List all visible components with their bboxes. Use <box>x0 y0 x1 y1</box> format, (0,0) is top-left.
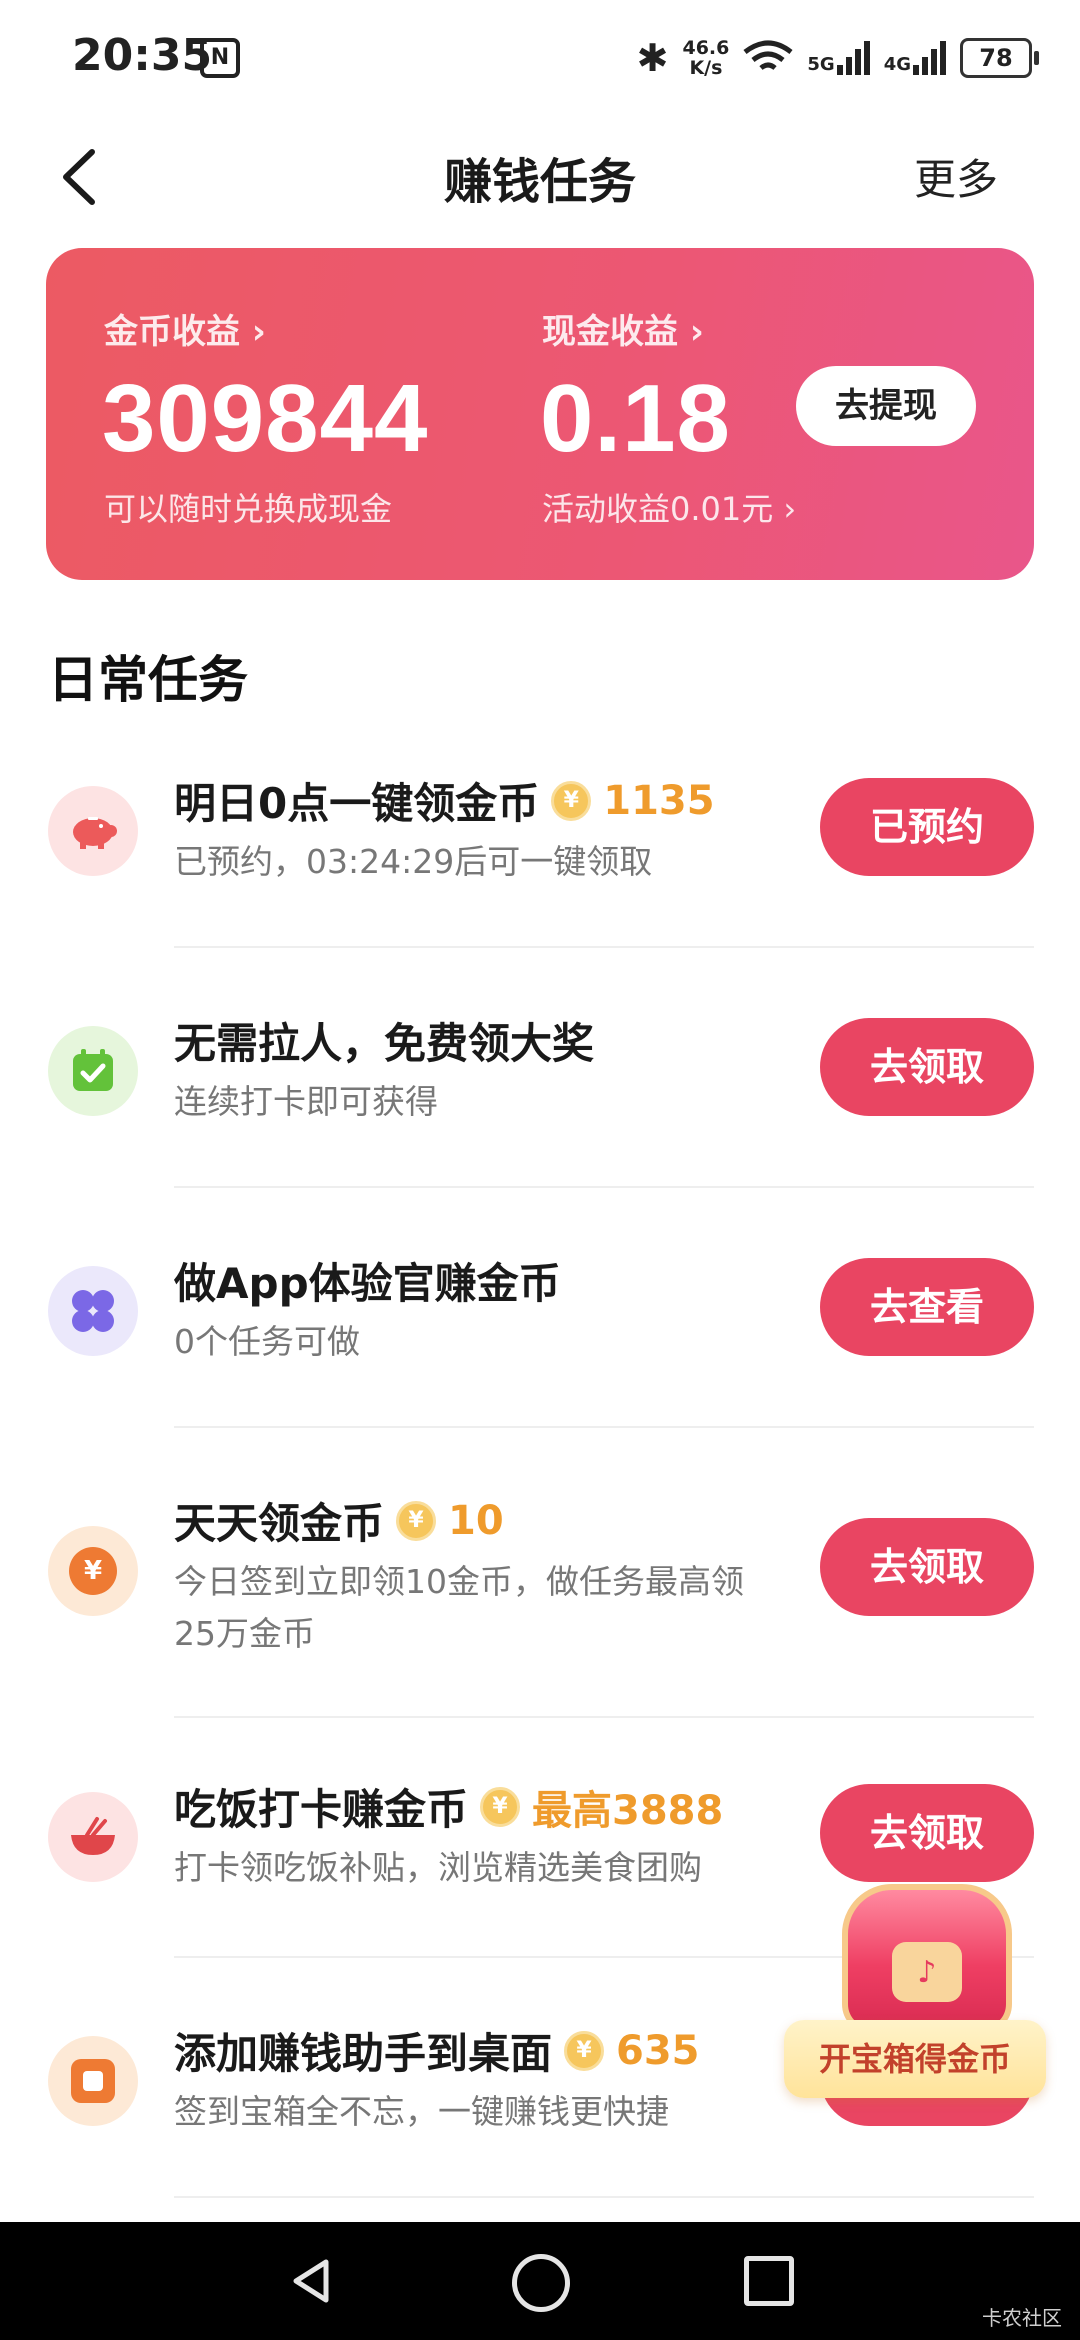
battery-icon: 78 <box>960 38 1039 78</box>
app-square-icon <box>48 2036 138 2126</box>
yuan-symbol: ¥ <box>69 1547 117 1595</box>
yuan-coin-icon: ¥ <box>48 1526 138 1616</box>
task-description: 连续打卡即可获得 <box>174 1082 438 1121</box>
task-title-text: 天天领金币 <box>174 1499 385 1548</box>
task-title: 明日0点一键领金币 ¥ 1135 <box>174 770 715 831</box>
task-title: 做App体验官赚金币 <box>174 1250 561 1311</box>
divider <box>174 1716 1034 1718</box>
task-reward: 10 <box>448 1497 504 1544</box>
task-action-button[interactable]: 去领取 <box>820 1518 1034 1616</box>
task-title: 无需拉人，免费领大奖 <box>174 1010 594 1071</box>
treasure-chest-widget[interactable]: ♪ 开宝箱得金币 <box>784 1884 1054 2134</box>
task-reward: 最高3888 <box>532 1787 724 1834</box>
coin-icon: ¥ <box>396 1500 437 1541</box>
status-bar: 20:35 N ✱ 46.6 K/s 5G 4G 78 <box>0 0 1080 120</box>
task-description: 打卡领吃饭补贴，浏览精选美食团购 <box>174 1848 702 1887</box>
cash-earnings-value: 0.18 <box>540 365 731 472</box>
task-title-text: 明日0点一键领金币 <box>174 779 540 828</box>
network-speed: 46.6 K/s <box>682 38 729 78</box>
piggy-bank-icon <box>48 786 138 876</box>
network-speed-unit: K/s <box>689 57 723 79</box>
network-speed-value: 46.6 <box>682 37 730 59</box>
task-description: 签到宝箱全不忘，一键赚钱更快捷 <box>174 2092 669 2131</box>
page-header: 赚钱任务 更多 <box>0 120 1080 230</box>
task-action-button[interactable]: 去查看 <box>820 1258 1034 1356</box>
divider <box>174 1426 1034 1428</box>
status-icons: ✱ 46.6 K/s 5G 4G 78 <box>636 36 1039 80</box>
treasure-chest-icon: ♪ <box>842 1884 1012 2034</box>
divider <box>174 2196 1034 2198</box>
nav-back-icon[interactable] <box>286 2256 336 2306</box>
more-button[interactable]: 更多 <box>914 146 998 207</box>
system-nav-bar: 卡农社区 <box>0 2222 1080 2340</box>
bowl-icon <box>48 1792 138 1882</box>
task-description: 今日签到立即领10金币，做任务最高领25万金币 <box>174 1562 744 1653</box>
task-title-text: 无需拉人，免费领大奖 <box>174 1019 595 1068</box>
task-title-text: 添加赚钱助手到桌面 <box>174 2029 553 2078</box>
coin-icon: ¥ <box>564 2030 605 2071</box>
signal-4g: 4G <box>884 41 946 75</box>
cash-earnings-link[interactable]: 现金收益 › <box>542 304 704 353</box>
task-description: 已预约，03:24:29后可一键领取 <box>174 842 653 881</box>
task-action-button[interactable]: 去领取 <box>820 1784 1034 1882</box>
divider <box>174 946 1034 948</box>
watermark: 卡农社区 <box>982 2306 1062 2330</box>
task-description: 0个任务可做 <box>174 1322 360 1361</box>
music-note-icon: ♪ <box>892 1942 962 2002</box>
wifi-icon <box>743 40 793 70</box>
task-reward: 1135 <box>603 777 715 824</box>
nav-home-icon[interactable] <box>512 2254 570 2312</box>
task-action-button[interactable]: 去领取 <box>820 1018 1034 1116</box>
coin-icon: ¥ <box>551 780 592 821</box>
coin-icon: ¥ <box>480 1786 521 1827</box>
calendar-check-icon <box>48 1026 138 1116</box>
task-title-text: 吃饭打卡赚金币 <box>174 1785 469 1834</box>
task-title: 吃饭打卡赚金币 ¥ 最高3888 <box>174 1776 723 1837</box>
task-action-button[interactable]: 已预约 <box>820 778 1034 876</box>
bluetooth-icon: ✱ <box>636 36 669 80</box>
section-title-daily-tasks: 日常任务 <box>48 651 248 709</box>
coin-earnings-value: 309844 <box>102 365 429 472</box>
coin-earnings-link[interactable]: 金币收益 › <box>104 304 266 353</box>
task-title: 添加赚钱助手到桌面 ¥ 635 <box>174 2020 700 2081</box>
task-title-text: 做App体验官赚金币 <box>174 1259 561 1308</box>
signal-5g-label: 5G <box>807 54 835 75</box>
divider <box>174 1186 1034 1188</box>
signal-bars-icon <box>913 41 946 75</box>
earnings-card: 金币收益 › 309844 可以随时兑换成现金 现金收益 › 0.18 活动收益… <box>46 248 1034 580</box>
signal-bars-icon <box>836 41 870 75</box>
signal-4g-label: 4G <box>883 54 911 75</box>
coin-earnings-note: 可以随时兑换成现金 <box>104 490 393 528</box>
task-title: 天天领金币 ¥ 10 <box>174 1490 504 1551</box>
signal-5g: 5G <box>807 41 870 75</box>
activity-earnings-link[interactable]: 活动收益0.01元 › <box>542 484 796 530</box>
treasure-chest-label: 开宝箱得金币 <box>784 2020 1046 2098</box>
nav-recents-icon[interactable] <box>744 2256 794 2306</box>
clover-icon <box>48 1266 138 1356</box>
withdraw-button[interactable]: 去提现 <box>796 366 976 446</box>
nfc-icon: N <box>200 38 240 78</box>
status-time: 20:35 <box>72 30 213 81</box>
task-reward: 635 <box>616 2027 700 2074</box>
